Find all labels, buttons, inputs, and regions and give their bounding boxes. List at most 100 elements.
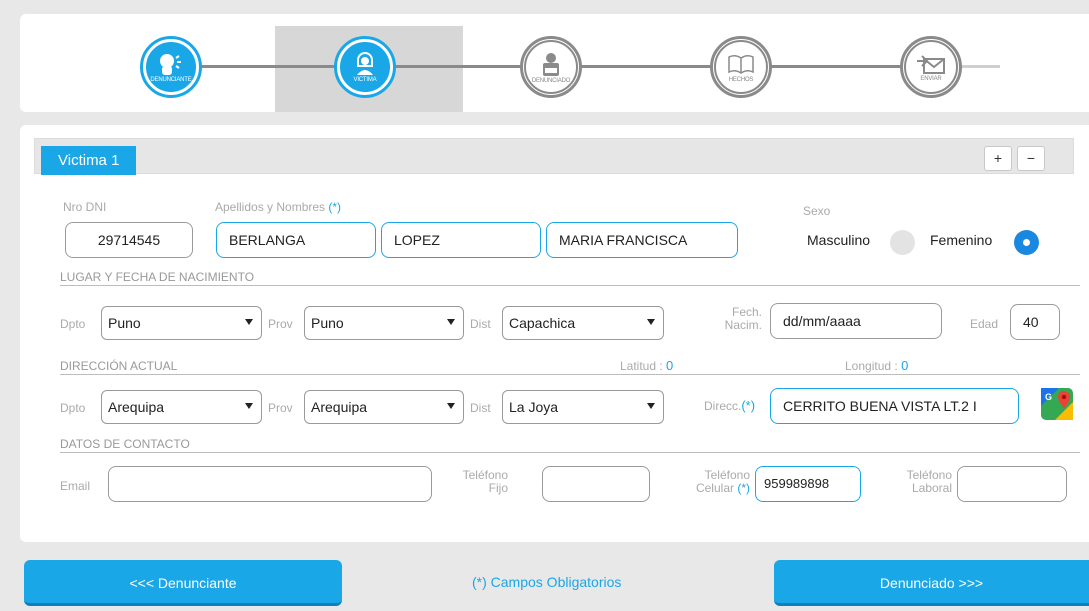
- speaking-person-icon: [160, 53, 181, 75]
- dist-label: Dist: [470, 317, 491, 331]
- tab-victima-1[interactable]: Victima 1: [41, 146, 137, 175]
- label-line: Nacim.: [724, 318, 762, 332]
- sexo-label: Sexo: [803, 204, 831, 218]
- chevron-down-icon: [647, 319, 655, 325]
- select-value: Puno: [108, 315, 141, 331]
- dist-direccion-select[interactable]: La Joya: [502, 390, 664, 424]
- step-inner: HECHOS: [714, 40, 768, 94]
- prov-nacimiento-select[interactable]: Puno: [304, 306, 464, 340]
- step-hechos[interactable]: HECHOS: [710, 36, 772, 98]
- step-connector: [770, 65, 900, 68]
- apellido-materno-input[interactable]: LOPEZ: [381, 222, 541, 258]
- send-mail-icon: [917, 54, 945, 74]
- step-connector: [195, 65, 275, 68]
- direccion-input[interactable]: CERRITO BUENA VISTA LT.2 I: [770, 388, 1019, 424]
- section-contacto-title: DATOS DE CONTACTO: [60, 437, 190, 451]
- section-direccion-title: DIRECCIÓN ACTUAL: [60, 359, 178, 373]
- label-text: Celular: [695, 481, 734, 495]
- edad-input[interactable]: 40: [1010, 304, 1060, 340]
- step-denunciado[interactable]: DENUNCIADO: [520, 36, 582, 98]
- latitud-value: 0: [666, 358, 674, 373]
- step-label: DENUNCIANTE: [150, 76, 192, 83]
- prov-label: Prov: [268, 401, 293, 415]
- step-inner: ENVIAR: [904, 40, 958, 94]
- nombres-input[interactable]: MARIA FRANCISCA: [546, 222, 738, 258]
- edad-label: Edad: [970, 317, 999, 331]
- section-divider: [60, 374, 1080, 375]
- direccion-label: Direcc.(*): [704, 398, 755, 413]
- names-label-text: Apellidos y Nombres: [215, 200, 326, 214]
- step-inner: DENUNCIADO: [524, 40, 578, 94]
- prev-denunciante-button[interactable]: <<< Denunciante: [24, 560, 342, 606]
- step-label: VICTIMA: [353, 76, 377, 83]
- chevron-down-icon: [647, 403, 655, 409]
- email-label: Email: [60, 479, 91, 493]
- select-value: Arequipa: [108, 399, 165, 415]
- remove-victim-button[interactable]: −: [1017, 146, 1045, 171]
- chevron-down-icon: [447, 319, 455, 325]
- victim-tab-bar: Victima 1 + −: [34, 138, 1074, 175]
- femenino-radio[interactable]: [1014, 230, 1039, 255]
- woman-icon: [357, 51, 373, 75]
- select-value: La Joya: [509, 399, 559, 415]
- step-label: ENVIAR: [920, 75, 942, 82]
- step-connector: [395, 65, 520, 68]
- dpto-label: Dpto: [60, 401, 86, 415]
- step-connector: [960, 65, 1000, 68]
- longitud-display: Longitud : 0: [845, 358, 908, 373]
- dni-input[interactable]: 29714545: [65, 222, 193, 258]
- step-inner: VICTIMA: [338, 40, 392, 94]
- required-fields-note: (*) Campos Obligatorios: [472, 574, 622, 590]
- required-marker: (*): [737, 481, 750, 495]
- step-label: HECHOS: [728, 76, 754, 83]
- required-marker: (*): [741, 398, 756, 413]
- select-value: Puno: [311, 315, 344, 331]
- dist-label: Dist: [470, 401, 491, 415]
- longitud-value: 0: [901, 358, 909, 373]
- masculino-label: Masculino: [807, 232, 871, 248]
- fecha-nacimiento-label: Fech. Nacim.: [710, 306, 762, 332]
- required-marker: (*): [328, 200, 342, 214]
- dist-nacimiento-select[interactable]: Capachica: [502, 306, 664, 340]
- dpto-label: Dpto: [60, 317, 86, 331]
- chevron-down-icon: [245, 319, 253, 325]
- select-value: Capachica: [509, 315, 576, 331]
- fecha-nacimiento-input[interactable]: dd/mm/aaaa: [770, 303, 942, 339]
- latitud-label: Latitud :: [620, 359, 663, 373]
- email-input[interactable]: [108, 466, 432, 502]
- femenino-label: Femenino: [930, 232, 993, 248]
- telefono-celular-label: Teléfono Celular (*): [680, 469, 750, 495]
- telefono-laboral-input[interactable]: [957, 466, 1067, 502]
- latitud-display: Latitud : 0: [620, 358, 673, 373]
- dpto-direccion-select[interactable]: Arequipa: [101, 390, 262, 424]
- section-divider: [60, 452, 1080, 453]
- wizard-stepper: DENUNCIANTE VICTIMA DENUNCIADO HECHOS EN…: [20, 14, 1089, 112]
- google-maps-icon[interactable]: G: [1040, 387, 1074, 421]
- telefono-laboral-label: Teléfono Laboral: [880, 469, 952, 495]
- prov-label: Prov: [268, 317, 293, 331]
- step-enviar[interactable]: ENVIAR: [900, 36, 962, 98]
- step-denunciante[interactable]: DENUNCIANTE: [140, 36, 202, 98]
- chevron-down-icon: [245, 403, 253, 409]
- step-label: DENUNCIADO: [531, 77, 571, 84]
- telefono-fijo-input[interactable]: [542, 466, 650, 502]
- telefono-fijo-label: Teléfono Fijo: [450, 469, 508, 495]
- label-line: Fijo: [488, 481, 508, 495]
- names-label: Apellidos y Nombres (*): [215, 200, 341, 214]
- dpto-nacimiento-select[interactable]: Puno: [101, 306, 262, 340]
- apellido-paterno-input[interactable]: BERLANGA: [216, 222, 376, 258]
- next-denunciado-button[interactable]: Denunciado >>>: [774, 560, 1089, 606]
- direccion-label-text: Direcc.: [704, 399, 742, 413]
- longitud-label: Longitud :: [845, 359, 898, 373]
- select-value: Arequipa: [311, 399, 368, 415]
- prov-direccion-select[interactable]: Arequipa: [304, 390, 464, 424]
- masculino-radio[interactable]: [890, 230, 915, 255]
- step-connector: [275, 65, 335, 68]
- section-nacimiento-title: LUGAR Y FECHA DE NACIMIENTO: [60, 270, 255, 284]
- book-icon: [728, 54, 754, 74]
- step-victima[interactable]: VICTIMA: [334, 36, 396, 98]
- add-victim-button[interactable]: +: [984, 146, 1012, 171]
- label-line: Laboral: [911, 481, 952, 495]
- svg-text:G: G: [1045, 392, 1052, 402]
- telefono-celular-input[interactable]: 959989898: [755, 466, 861, 502]
